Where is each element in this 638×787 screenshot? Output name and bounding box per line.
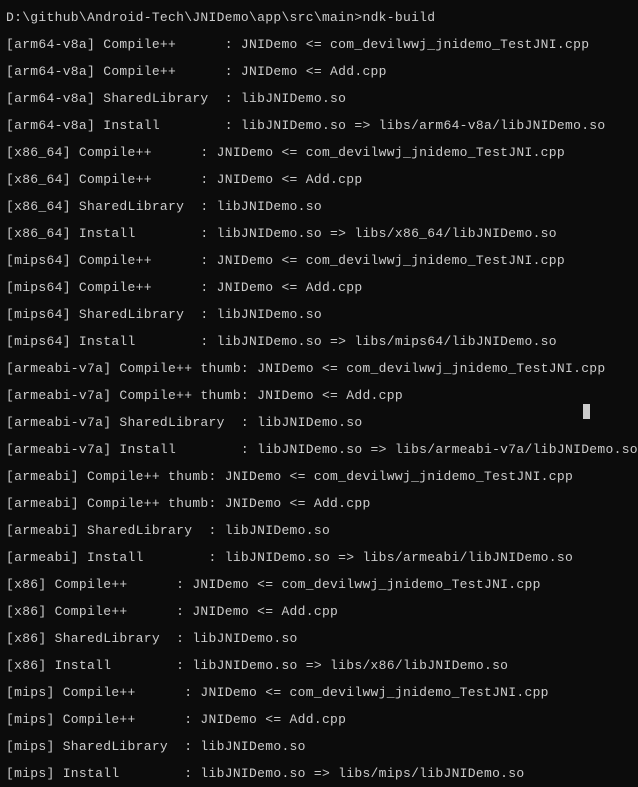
output-line: [mips] Install : libJNIDemo.so => libs/m… [6,760,632,787]
output-line: [arm64-v8a] Compile++ : JNIDemo <= Add.c… [6,58,632,85]
prompt-path: D:\github\Android-Tech\JNIDemo\app\src\m… [6,10,362,25]
output-line: [armeabi] SharedLibrary : libJNIDemo.so [6,517,632,544]
output-line: [x86] SharedLibrary : libJNIDemo.so [6,625,632,652]
output-line: [x86] Compile++ : JNIDemo <= Add.cpp [6,598,632,625]
output-line: [armeabi-v7a] Compile++ thumb: JNIDemo <… [6,355,632,382]
output-line: [mips] Compile++ : JNIDemo <= com_devilw… [6,679,632,706]
output-line: [mips64] Compile++ : JNIDemo <= com_devi… [6,247,632,274]
output-line: [mips] Compile++ : JNIDemo <= Add.cpp [6,706,632,733]
output-line: [armeabi] Compile++ thumb: JNIDemo <= Ad… [6,490,632,517]
output-line: [arm64-v8a] SharedLibrary : libJNIDemo.s… [6,85,632,112]
terminal-output[interactable]: D:\github\Android-Tech\JNIDemo\app\src\m… [6,4,632,787]
output-line: [armeabi] Install : libJNIDemo.so => lib… [6,544,632,571]
text-cursor [583,404,590,419]
output-line: [armeabi-v7a] Install : libJNIDemo.so =>… [6,436,632,463]
output-line: [armeabi-v7a] SharedLibrary : libJNIDemo… [6,409,632,436]
output-line: [x86_64] Compile++ : JNIDemo <= com_devi… [6,139,632,166]
output-line: [x86_64] Install : libJNIDemo.so => libs… [6,220,632,247]
output-line: [armeabi-v7a] Compile++ thumb: JNIDemo <… [6,382,632,409]
output-line: [armeabi] Compile++ thumb: JNIDemo <= co… [6,463,632,490]
prompt-command: ndk-build [362,10,435,25]
prompt-line: D:\github\Android-Tech\JNIDemo\app\src\m… [6,4,632,31]
output-line: [x86_64] SharedLibrary : libJNIDemo.so [6,193,632,220]
output-line: [x86] Install : libJNIDemo.so => libs/x8… [6,652,632,679]
output-line: [mips64] SharedLibrary : libJNIDemo.so [6,301,632,328]
output-line: [arm64-v8a] Install : libJNIDemo.so => l… [6,112,632,139]
output-line: [mips] SharedLibrary : libJNIDemo.so [6,733,632,760]
output-line: [mips64] Compile++ : JNIDemo <= Add.cpp [6,274,632,301]
output-line: [mips64] Install : libJNIDemo.so => libs… [6,328,632,355]
output-line: [x86] Compile++ : JNIDemo <= com_devilww… [6,571,632,598]
output-line: [x86_64] Compile++ : JNIDemo <= Add.cpp [6,166,632,193]
output-line: [arm64-v8a] Compile++ : JNIDemo <= com_d… [6,31,632,58]
